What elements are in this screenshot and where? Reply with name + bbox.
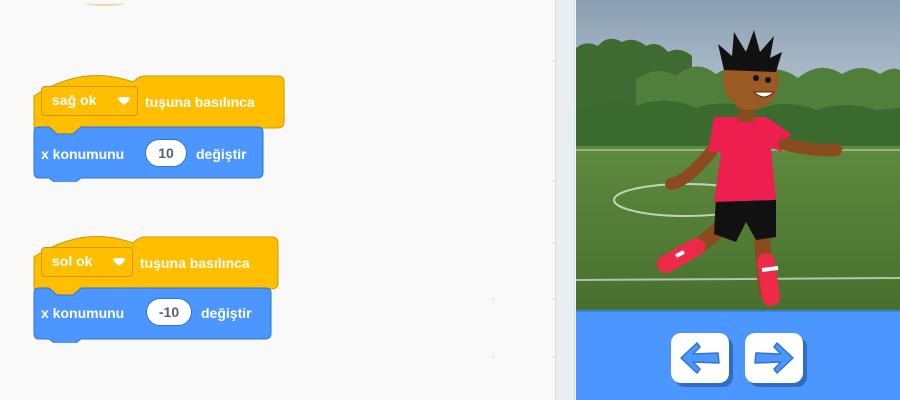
command-label: x konumunu [41, 305, 125, 321]
right-arrow-button[interactable] [745, 333, 803, 383]
grid-dot [552, 298, 554, 300]
grid-dot [552, 180, 554, 182]
chevron-down-icon [118, 97, 130, 105]
grid-dot [492, 356, 494, 358]
grid-dot [492, 298, 494, 300]
key-dropdown-label: sol ok [52, 253, 93, 269]
arrow-right-icon [754, 342, 794, 374]
command-suffix: değiştir [196, 146, 247, 162]
x-value-text: 10 [158, 145, 174, 161]
left-arrow-button[interactable] [671, 333, 729, 383]
x-value-text: -10 [158, 304, 180, 320]
grid-dot [552, 356, 554, 358]
panel-divider [555, 0, 575, 400]
command-suffix: değiştir [201, 305, 252, 321]
key-dropdown[interactable]: sol ok [41, 247, 133, 277]
code-area[interactable]: sağ ok tuşuna basılınca x konumunu 10 de… [0, 0, 555, 400]
key-dropdown[interactable]: sağ ok [41, 86, 138, 116]
x-value-input[interactable]: -10 [146, 298, 192, 326]
arrow-left-icon [680, 342, 720, 374]
arrow-controls-bar [576, 310, 900, 400]
grid-dot [552, 242, 554, 244]
command-label: x konumunu [41, 146, 125, 162]
hat-event-text: tuşuna basılınca [145, 94, 255, 110]
stage[interactable] [576, 0, 900, 310]
chevron-down-icon [113, 258, 125, 266]
soccer-player-sprite[interactable] [626, 22, 866, 310]
scrolled-block-edge [85, 0, 125, 6]
grid-dot [552, 60, 554, 62]
key-dropdown-label: sağ ok [52, 92, 97, 108]
x-value-input[interactable]: 10 [145, 139, 187, 167]
hat-event-text: tuşuna basılınca [140, 255, 250, 271]
